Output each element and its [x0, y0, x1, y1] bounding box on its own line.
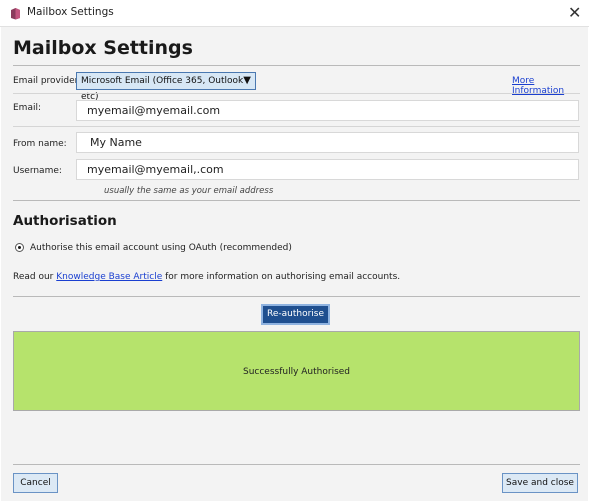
oauth-option-label[interactable]: Authorise this email account using OAuth…	[30, 243, 292, 253]
username-label: Username:	[13, 166, 62, 176]
from-name-label: From name:	[13, 139, 67, 149]
kb-info-text: Read our Knowledge Base Article for more…	[13, 272, 400, 282]
kb-info-suffix: for more information on authorising emai…	[165, 272, 401, 282]
page-title: Mailbox Settings	[13, 37, 193, 59]
divider	[13, 464, 580, 465]
dropdown-arrow-icon: ▼	[243, 75, 251, 86]
divider	[13, 296, 580, 297]
kb-info-prefix: Read our	[13, 272, 54, 282]
authorisation-heading: Authorisation	[13, 213, 117, 229]
re-authorise-button[interactable]: Re-authorise	[261, 304, 330, 325]
knowledge-base-link[interactable]: Knowledge Base Article	[56, 272, 162, 282]
divider	[13, 200, 580, 201]
divider	[13, 65, 580, 66]
radio-selected-icon	[18, 246, 21, 249]
window-title: Mailbox Settings	[27, 6, 114, 18]
oauth-radio[interactable]	[15, 243, 24, 252]
username-hint: usually the same as your email address	[104, 186, 274, 196]
divider	[13, 93, 580, 94]
email-label: Email:	[13, 103, 42, 113]
from-name-field[interactable]: My Name	[76, 132, 579, 153]
auth-status-box: Successfully Authorised	[13, 331, 580, 411]
username-field[interactable]: myemail@myemail,.com	[76, 159, 579, 180]
provider-select[interactable]: Microsoft Email (Office 365, Outlook etc…	[76, 72, 256, 102]
divider	[13, 126, 580, 127]
provider-label: Email provider:	[13, 76, 82, 86]
app-icon	[11, 8, 20, 20]
save-and-close-button[interactable]: Save and close	[502, 473, 578, 493]
window-titlebar: Mailbox Settings ✕	[0, 0, 589, 27]
cancel-button[interactable]: Cancel	[13, 473, 58, 493]
auth-status-text: Successfully Authorised	[242, 367, 351, 377]
close-icon[interactable]: ✕	[568, 3, 581, 22]
email-field[interactable]: myemail@myemail.com	[76, 100, 579, 121]
